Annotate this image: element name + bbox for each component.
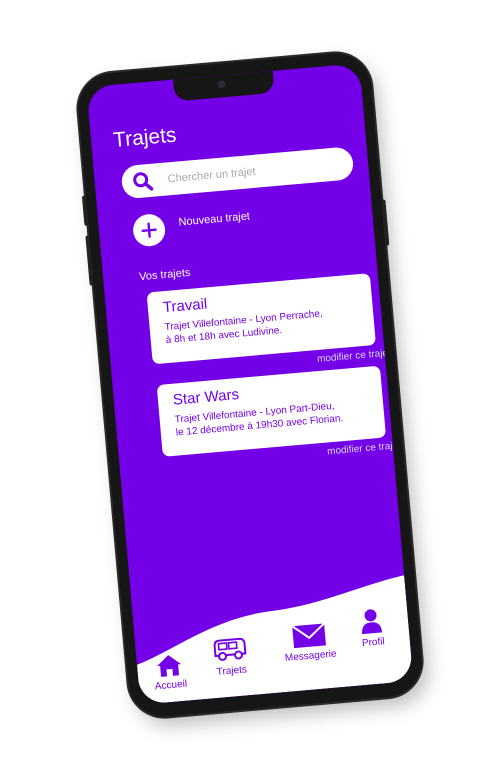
page-title: Trajets — [112, 123, 178, 152]
search-input[interactable] — [165, 156, 340, 187]
trip-card[interactable]: Travail Trajet Villefontaine - Lyon Perr… — [146, 273, 391, 365]
trip-card[interactable]: Star Wars Trajet Villefontaine - Lyon Pa… — [156, 365, 401, 458]
search-icon — [133, 171, 154, 191]
edit-trip-link[interactable]: modifier ce trajet — [327, 440, 402, 457]
plus-icon — [141, 222, 157, 238]
mail-icon — [291, 622, 326, 649]
phone-mockup: Trajets Nouveau trajet Vos trajets — [75, 50, 425, 720]
new-trip-button[interactable]: Nouveau trajet — [131, 205, 252, 248]
nav-item-trips[interactable]: Trajets — [211, 635, 250, 678]
search-bar[interactable] — [120, 146, 355, 200]
user-icon — [362, 609, 383, 635]
nav-item-profile[interactable]: Profil — [359, 607, 385, 649]
stage: Trajets Nouveau trajet Vos trajets — [0, 0, 500, 769]
home-icon — [157, 655, 182, 677]
car-icon — [213, 637, 247, 661]
section-title: Vos trajets — [138, 266, 191, 284]
nav-item-label: Messagerie — [284, 648, 337, 664]
nav-item-messages[interactable]: Messagerie — [282, 622, 337, 664]
nav-item-label: Trajets — [216, 664, 248, 678]
new-trip-label: Nouveau trajet — [178, 210, 251, 229]
front-camera — [217, 79, 227, 89]
nav-item-label: Profil — [361, 636, 386, 650]
nav-item-home[interactable]: Accueil — [152, 652, 188, 693]
edit-trip-link[interactable]: modifier ce trajet — [317, 348, 392, 365]
add-trip-circle[interactable] — [131, 212, 167, 248]
nav-item-label: Accueil — [154, 678, 188, 693]
app-screen: Trajets Nouveau trajet Vos trajets — [86, 63, 414, 705]
